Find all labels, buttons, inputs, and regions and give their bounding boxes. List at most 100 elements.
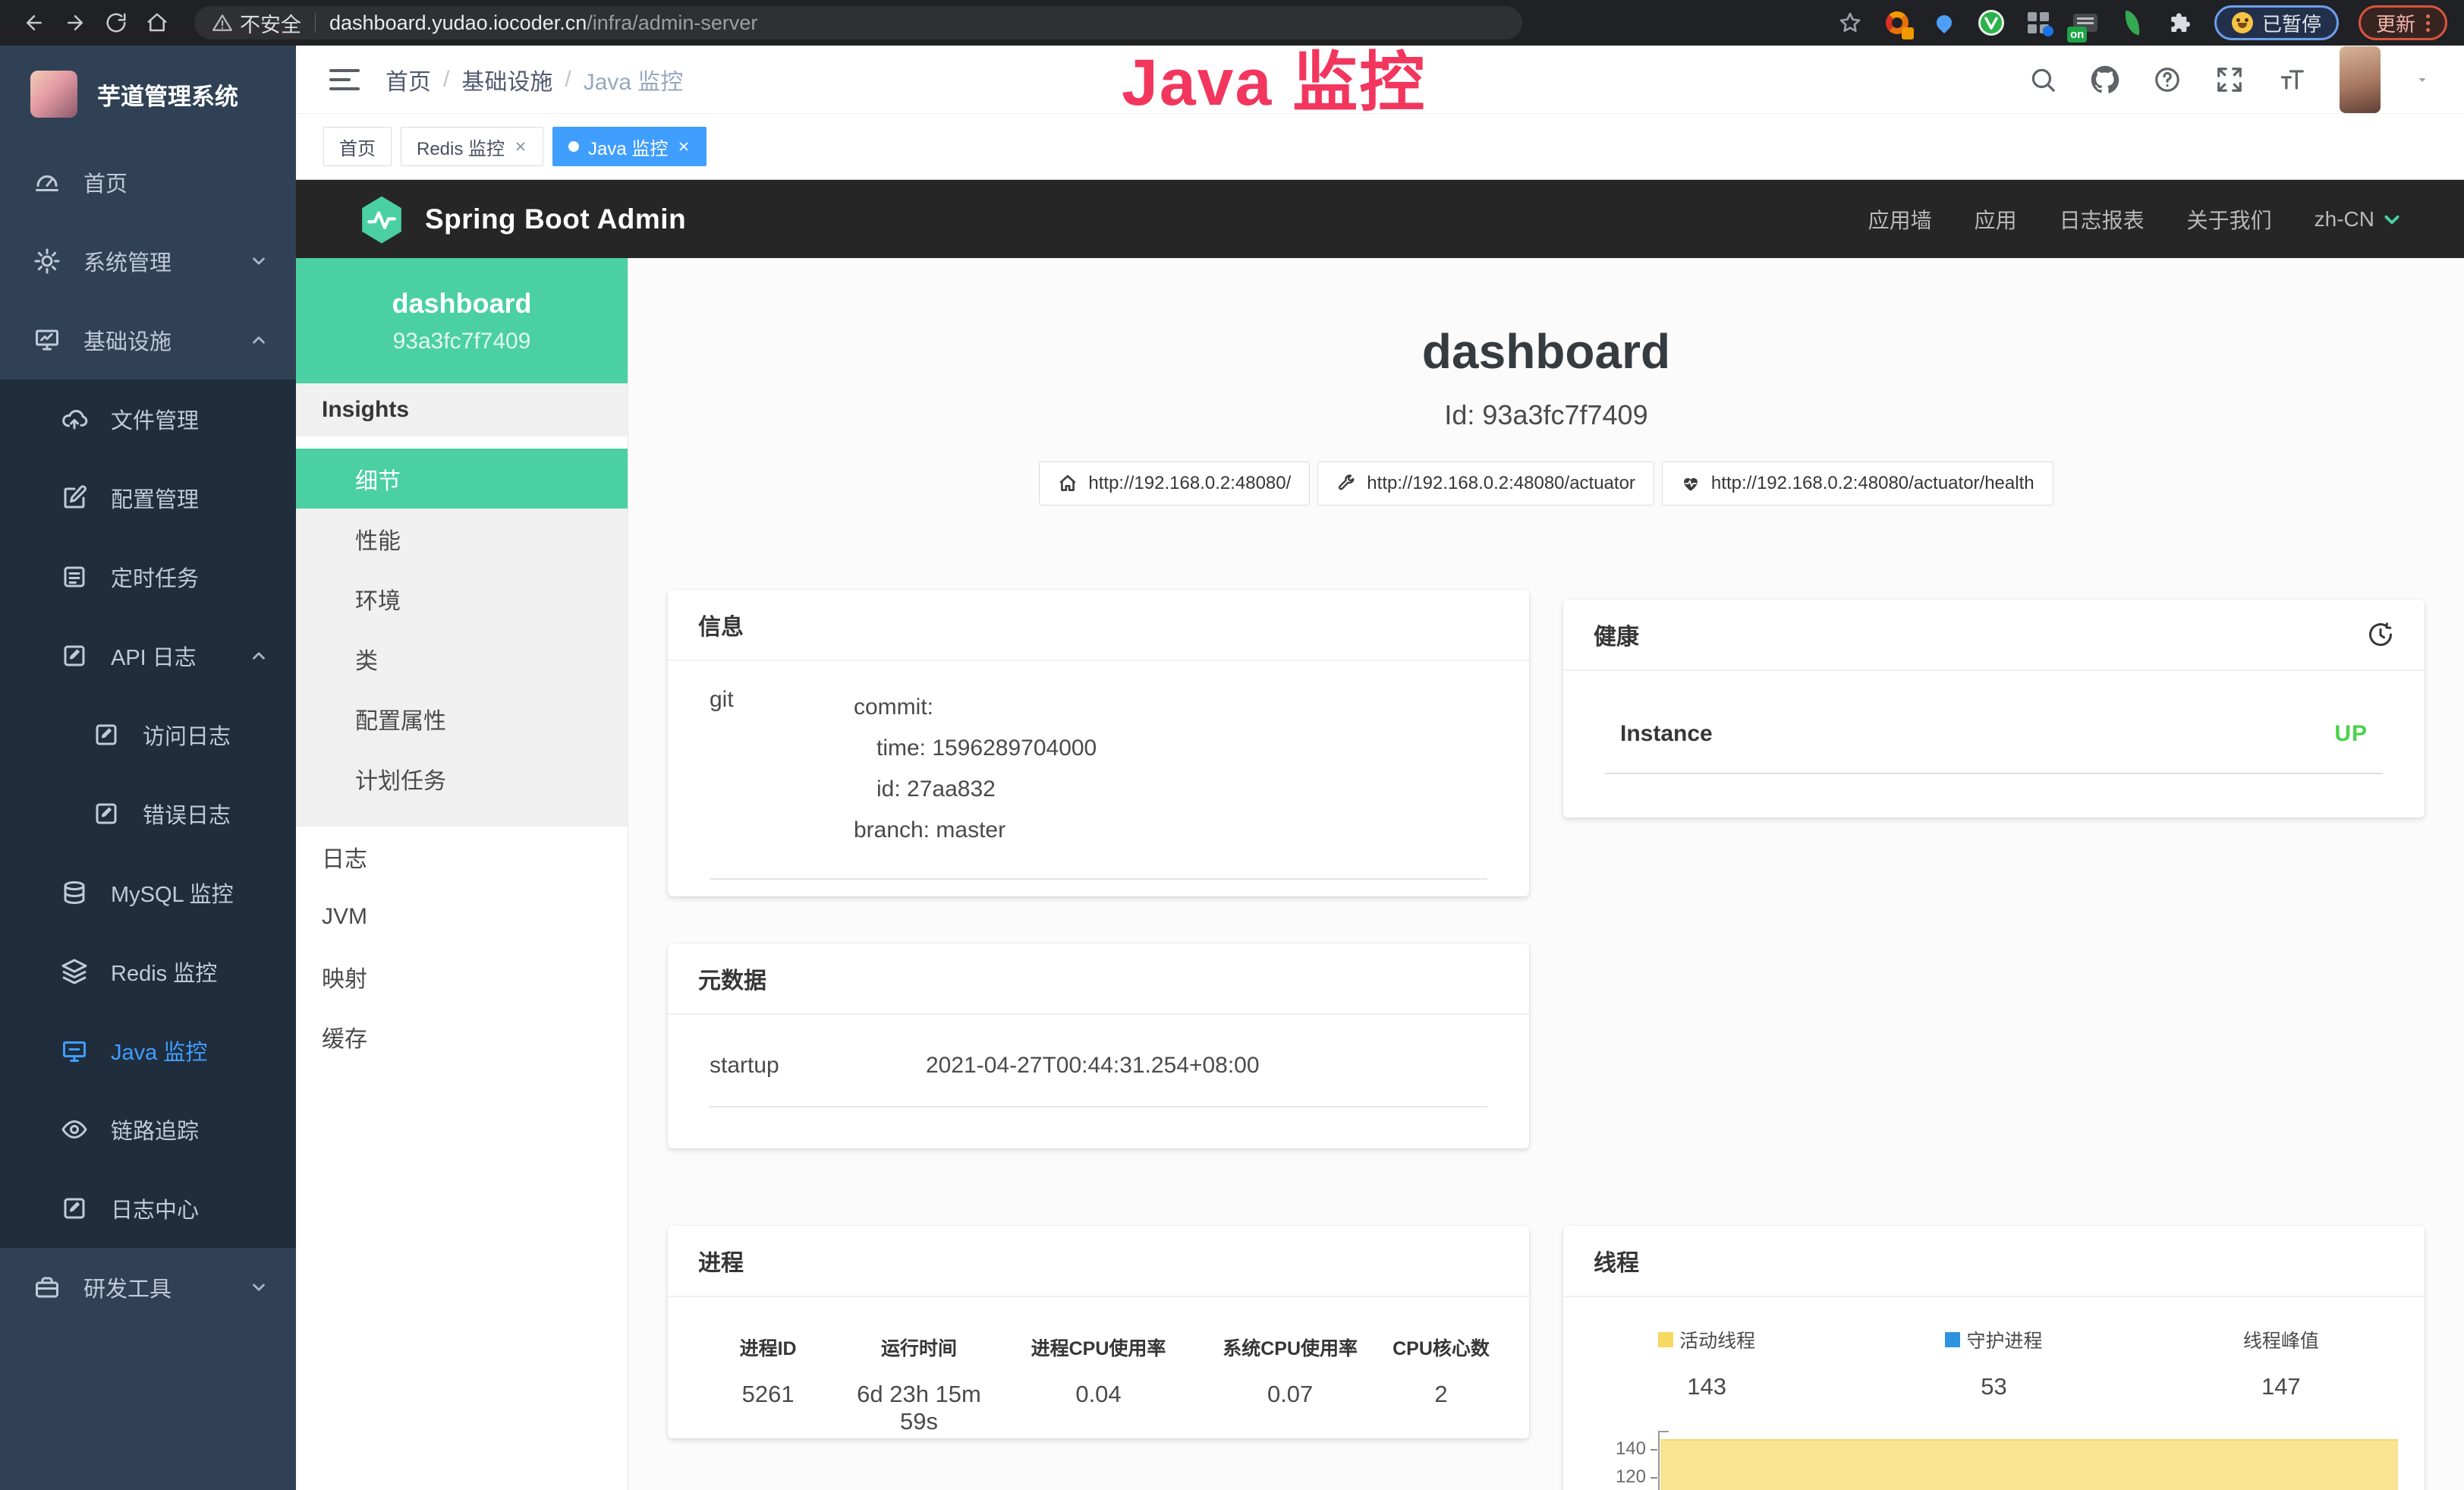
menu-dots-icon xyxy=(2426,14,2430,32)
tab-home[interactable]: 首页 xyxy=(323,127,392,166)
sidebar-item-config-management[interactable]: 配置管理 xyxy=(0,458,296,537)
hamburger-icon[interactable] xyxy=(329,67,360,93)
tab-label: Java 监控 xyxy=(588,134,668,160)
sidebar-item-label: 配置管理 xyxy=(111,482,199,514)
sidebar-item-error-log[interactable]: 错误日志 xyxy=(0,774,296,853)
column-header: CPU核心数 xyxy=(1376,1334,1506,1381)
service-url-button[interactable]: http://192.168.0.2:48080/ xyxy=(1039,461,1310,506)
sidebar-item-home[interactable]: 首页 xyxy=(0,143,296,222)
history-icon[interactable] xyxy=(2367,621,2394,648)
breadcrumb-home[interactable]: 首页 xyxy=(385,63,431,96)
cloud-upload-icon xyxy=(61,405,88,433)
actuator-url-button[interactable]: http://192.168.0.2:48080/actuator xyxy=(1317,461,1654,506)
tab-redis-monitor[interactable]: Redis 监控 xyxy=(401,127,543,166)
y-tick: 120 xyxy=(1616,1466,1646,1488)
tab-java-monitor[interactable]: Java 监控 xyxy=(552,127,706,166)
threads-card: 线程 活动线程 守护进程 线程峰值 143 53 147 140 120 100 xyxy=(1563,1226,2425,1490)
git-id-line: id: 27aa832 xyxy=(854,769,1487,810)
log-edit-icon xyxy=(93,800,120,827)
page-instance-id: Id: 93a3fc7f7409 xyxy=(628,399,2464,431)
sidebar-item-java-monitor[interactable]: Java 监控 xyxy=(0,1011,296,1090)
sba-menu-classes[interactable]: 类 xyxy=(296,628,628,688)
process-card: 进程 进程ID 运行时间 进程CPU使用率 系统CPU使用率 CPU核心数 52… xyxy=(668,1226,1529,1438)
divider xyxy=(710,878,1487,880)
sba-locale-select[interactable]: zh-CN xyxy=(2315,207,2402,232)
status-badge: UP xyxy=(2334,721,2368,747)
health-url-button[interactable]: http://192.168.0.2:48080/actuator/health xyxy=(1662,461,2053,506)
sidebar-item-label: 首页 xyxy=(83,166,127,198)
legend-label: 线程峰值 xyxy=(2243,1326,2319,1353)
breadcrumb-section[interactable]: 基础设施 xyxy=(461,63,552,96)
sidebar-item-devtools[interactable]: 研发工具 xyxy=(0,1248,296,1327)
github-icon[interactable] xyxy=(2091,65,2119,94)
sba-menu-details[interactable]: 细节 xyxy=(296,449,628,509)
sidebar-item-label: Redis 监控 xyxy=(111,956,217,988)
sidebar-item-redis-monitor[interactable]: Redis 监控 xyxy=(0,932,296,1011)
sidebar-item-scheduled-jobs[interactable]: 定时任务 xyxy=(0,537,296,616)
paused-profile-button[interactable]: 已暂停 xyxy=(2214,5,2339,40)
instance-name: dashboard xyxy=(392,288,531,320)
live-threads-area xyxy=(1660,1439,2398,1490)
font-size-icon[interactable] xyxy=(2277,65,2306,94)
extension-leaf-icon[interactable] xyxy=(2117,8,2148,38)
sba-brand-title[interactable]: Spring Boot Admin xyxy=(425,203,686,235)
help-icon[interactable] xyxy=(2153,65,2182,94)
sba-menu-performance[interactable]: 性能 xyxy=(296,509,628,569)
divider xyxy=(710,1106,1487,1107)
reload-icon[interactable] xyxy=(99,5,134,40)
extension-vue-icon[interactable] xyxy=(1976,8,2006,38)
process-pid: 5261 xyxy=(691,1381,845,1435)
dashboard-icon xyxy=(33,169,61,196)
extension-pin-icon[interactable] xyxy=(1929,8,1959,38)
sba-menu-scheduled-tasks[interactable]: 计划任务 xyxy=(296,748,628,808)
live-threads-swatch-icon xyxy=(1658,1332,1673,1347)
extension-grid-icon[interactable] xyxy=(2023,8,2053,38)
close-icon[interactable] xyxy=(677,140,691,153)
browser-update-button[interactable]: 更新 xyxy=(2359,5,2447,40)
sidebar-item-access-log[interactable]: 访问日志 xyxy=(0,695,296,774)
sidebar-item-system[interactable]: 系统管理 xyxy=(0,222,296,301)
close-icon[interactable] xyxy=(514,140,527,153)
fullscreen-icon[interactable] xyxy=(2215,65,2244,94)
sidebar-item-infrastructure[interactable]: 基础设施 xyxy=(0,301,296,380)
sidebar-item-api-log[interactable]: API 日志 xyxy=(0,616,296,695)
extension-switch-icon[interactable]: on xyxy=(2070,8,2101,38)
git-time-line: time: 1596289704000 xyxy=(854,728,1487,769)
on-badge: on xyxy=(2067,27,2087,43)
sba-menu-logs[interactable]: 日志 xyxy=(296,827,628,887)
y-tick: 140 xyxy=(1616,1438,1646,1460)
threads-chart: 140 120 100 xyxy=(1563,1431,2425,1490)
sba-menu-environment[interactable]: 环境 xyxy=(296,569,628,628)
search-icon[interactable] xyxy=(2028,65,2057,94)
sba-menu-jvm[interactable]: JVM xyxy=(296,887,628,947)
info-card: 信息 git commit: time: 1596289704000 id: 2… xyxy=(668,590,1529,896)
forward-icon[interactable] xyxy=(58,5,93,40)
sidebar-item-mysql-monitor[interactable]: MySQL 监控 xyxy=(0,853,296,932)
sba-nav-wall[interactable]: 应用墙 xyxy=(1868,204,1932,235)
sba-menu-config-props[interactable]: 配置属性 xyxy=(296,688,628,748)
chart-y-axis: 140 120 100 xyxy=(1563,1431,1658,1490)
sba-instance-sidebar: dashboard 93a3fc7f7409 Insights 细节 性能 环境… xyxy=(296,258,628,1490)
user-avatar[interactable] xyxy=(2340,46,2381,113)
extensions-puzzle-icon[interactable] xyxy=(2164,8,2195,38)
log-edit-icon xyxy=(61,1195,88,1222)
instance-id: 93a3fc7f7409 xyxy=(393,329,531,354)
home-icon[interactable] xyxy=(140,5,175,40)
sba-navbar: Spring Boot Admin 应用墙 应用 日志报表 关于我们 zh-CN xyxy=(296,180,2464,258)
caret-down-icon[interactable] xyxy=(2414,71,2431,88)
sidebar-item-tracing[interactable]: 链路追踪 xyxy=(0,1090,296,1169)
back-icon[interactable] xyxy=(17,5,52,40)
sba-nav-journal[interactable]: 日志报表 xyxy=(2060,204,2145,235)
sba-nav-applications[interactable]: 应用 xyxy=(1975,204,2017,235)
sba-menu-caches[interactable]: 缓存 xyxy=(296,1006,628,1066)
sidebar-item-log-center[interactable]: 日志中心 xyxy=(0,1169,296,1248)
sba-nav-about[interactable]: 关于我们 xyxy=(2187,204,2272,235)
gear-icon xyxy=(33,247,61,275)
sba-menu-mappings[interactable]: 映射 xyxy=(296,947,628,1006)
sidebar-item-label: 链路追踪 xyxy=(111,1114,199,1145)
bookmark-star-icon[interactable] xyxy=(1835,8,1865,38)
sidebar-item-file-management[interactable]: 文件管理 xyxy=(0,380,296,458)
task-list-icon xyxy=(61,563,88,591)
chevron-up-icon xyxy=(249,330,269,350)
extension-colorful-icon[interactable] xyxy=(1882,8,1912,38)
